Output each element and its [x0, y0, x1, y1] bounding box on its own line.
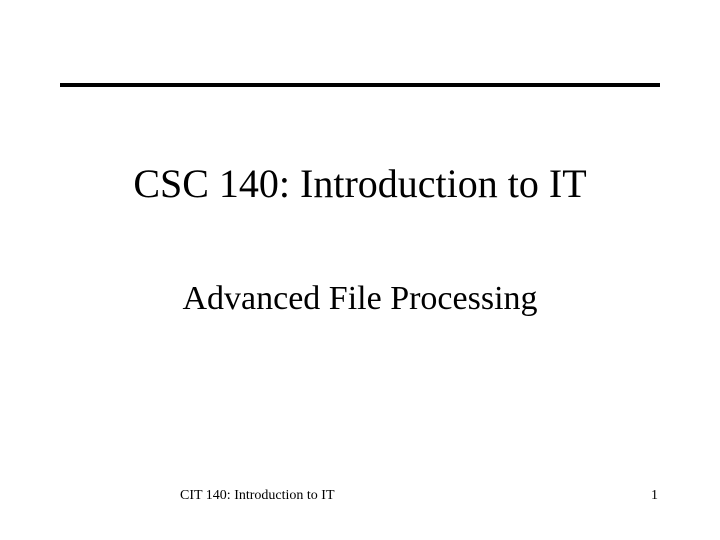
page-number: 1 [651, 488, 658, 504]
horizontal-divider [60, 83, 660, 87]
footer-text: CIT 140: Introduction to IT [180, 488, 335, 504]
slide: CSC 140: Introduction to IT Advanced Fil… [0, 0, 720, 540]
slide-title: CSC 140: Introduction to IT [0, 160, 720, 207]
slide-subtitle: Advanced File Processing [0, 280, 720, 318]
